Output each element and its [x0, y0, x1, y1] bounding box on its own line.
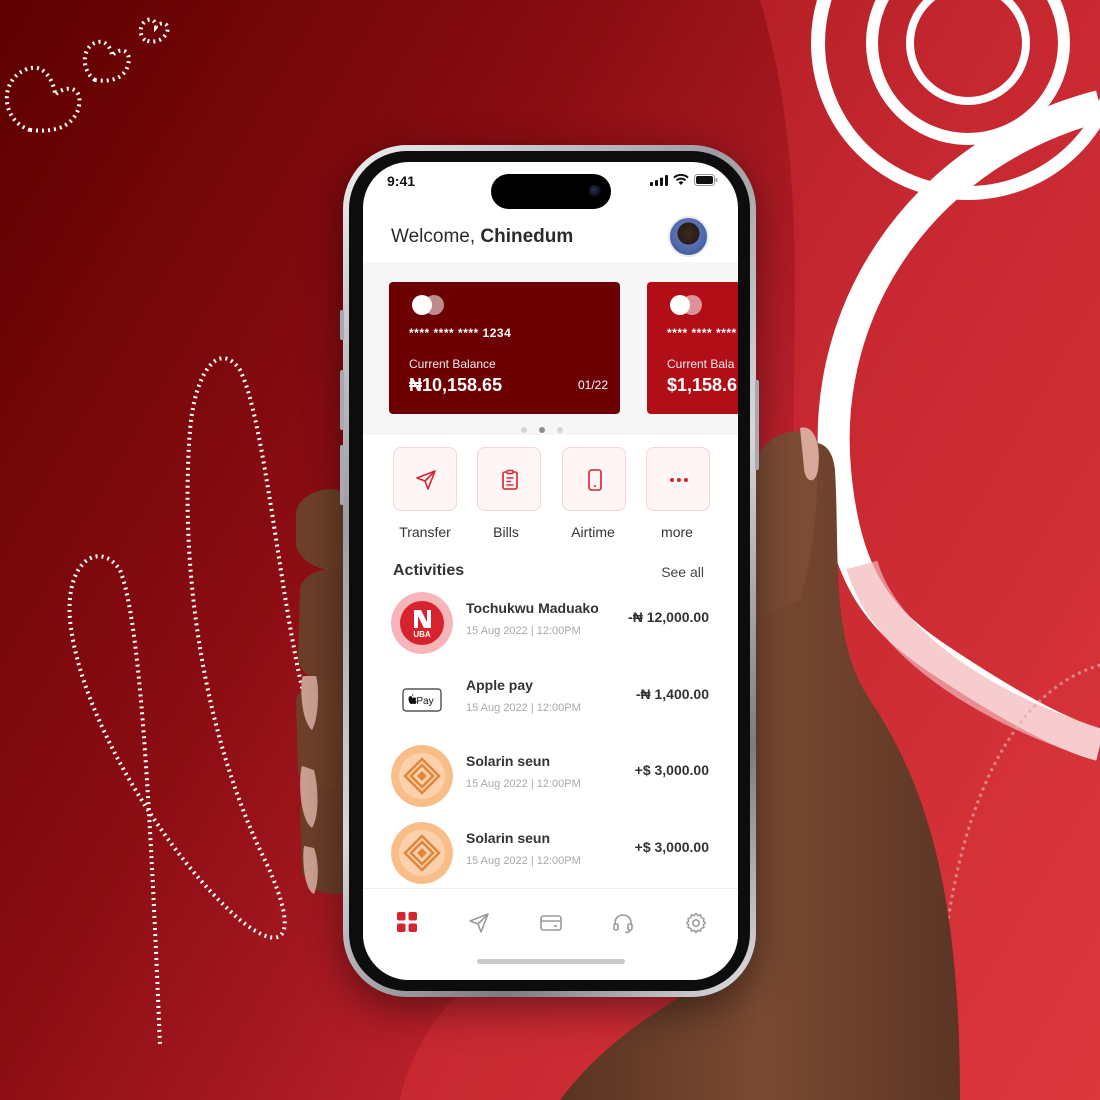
account-card[interactable]: **** **** **** Current Bala $1,158.65 — [647, 282, 738, 414]
transaction-date: 15 Aug 2022 | 12:00PM — [466, 778, 581, 790]
card-number: **** **** **** — [667, 326, 737, 340]
wifi-icon — [673, 174, 689, 185]
carousel-dot[interactable] — [557, 427, 563, 433]
see-all-link[interactable]: See all — [661, 564, 704, 580]
transaction-name: Apple pay — [466, 677, 533, 693]
account-card[interactable]: **** **** **** 1234 Current Balance ₦10,… — [389, 282, 620, 414]
transfer-button[interactable] — [393, 447, 457, 511]
uba-logo-icon: UBA — [391, 592, 453, 654]
signal-icon — [650, 174, 668, 186]
transaction-name: Solarin seun — [466, 830, 551, 846]
status-icons — [650, 174, 718, 186]
transaction-date: 15 Aug 2022 | 12:00PM — [466, 702, 581, 714]
status-time: 9:41 — [387, 173, 416, 189]
bill-icon — [502, 469, 518, 490]
airtime-label: Airtime — [571, 524, 615, 540]
transaction-item[interactable]: Solarin seun 15 Aug 2022 | 12:00PM +$ 3,… — [363, 822, 738, 892]
card-number: **** **** **** 1234 — [409, 326, 512, 340]
transaction-item[interactable]: UBA Tochukwu Maduako 15 Aug 2022 | 12:00… — [363, 592, 738, 662]
grid-icon[interactable] — [396, 911, 418, 933]
carousel-dot[interactable] — [521, 427, 527, 433]
carousel-indicator — [521, 427, 563, 433]
greeting: Welcome, — [391, 226, 476, 247]
card-brand-icon — [670, 295, 702, 315]
card-brand-icon — [412, 295, 444, 315]
card-expiry: 01/22 — [577, 378, 608, 392]
phone-side-button — [340, 370, 344, 430]
transaction-date: 15 Aug 2022 | 12:00PM — [466, 625, 581, 637]
card-balance: $1,158.65 — [667, 375, 738, 395]
avatar[interactable] — [668, 216, 709, 257]
card-balance-label: Current Balance — [409, 357, 496, 371]
send-icon[interactable] — [467, 911, 491, 935]
welcome-text: Welcome, Chinedum — [391, 226, 573, 248]
card-balance-label: Current Bala — [667, 357, 735, 371]
transaction-item[interactable]: Solarin seun 15 Aug 2022 | 12:00PM +$ 3,… — [363, 745, 738, 815]
transaction-name: Tochukwu Maduako — [466, 600, 599, 616]
apple-pay-text: Pay — [416, 696, 433, 707]
transaction-amount: -₦ 12,000.00 — [628, 609, 709, 625]
transfer-label: Transfer — [399, 524, 451, 540]
home-indicator[interactable] — [477, 959, 625, 964]
transaction-item[interactable]: Pay Apple pay 15 Aug 2022 | 12:00PM -₦ 1… — [363, 669, 738, 739]
bills-label: Bills — [493, 524, 519, 540]
transaction-name: Solarin seun — [466, 753, 551, 769]
airtime-button[interactable] — [562, 447, 626, 511]
apple-pay-logo-icon: Pay — [402, 688, 442, 712]
phone-side-button — [340, 445, 344, 505]
carousel-dot-active[interactable] — [539, 427, 545, 433]
phone-icon — [588, 469, 602, 491]
transaction-amount: +$ 3,000.00 — [634, 839, 709, 855]
phone-side-button — [340, 310, 344, 340]
card-balance: ₦10,158.65 — [409, 375, 503, 395]
dynamic-island — [491, 174, 611, 209]
transaction-amount: +$ 3,000.00 — [634, 762, 709, 778]
activities-heading: Activities — [393, 562, 465, 579]
more-button[interactable] — [646, 447, 710, 511]
battery-icon — [694, 174, 718, 186]
user-name: Chinedum — [480, 226, 574, 247]
phone-side-button — [755, 380, 759, 470]
bills-button[interactable] — [477, 447, 541, 511]
phone-screen: 9:41 Welcome, Chinedum **** **** **** 12… — [363, 162, 738, 980]
more-icon — [670, 478, 688, 482]
diamond-logo-icon — [391, 745, 453, 807]
transaction-date: 15 Aug 2022 | 12:00PM — [466, 855, 581, 867]
diamond-logo-icon — [391, 822, 453, 884]
send-icon — [416, 470, 436, 490]
gear-icon[interactable] — [684, 911, 708, 935]
front-camera-icon — [589, 185, 601, 197]
uba-logo-text: UBA — [413, 630, 431, 639]
headset-icon[interactable] — [611, 911, 635, 935]
bottom-nav — [363, 888, 738, 980]
transaction-amount: -₦ 1,400.00 — [635, 686, 709, 702]
more-label: more — [661, 524, 693, 540]
card-icon[interactable] — [539, 911, 563, 935]
